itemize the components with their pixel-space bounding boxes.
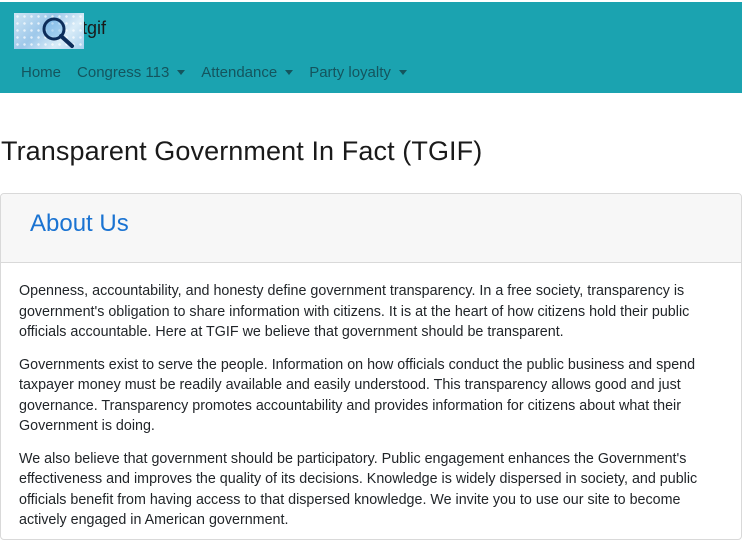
about-card-header: About Us (1, 194, 741, 263)
page-title: Transparent Government In Fact (TGIF) (1, 136, 483, 166)
about-paragraph: Governments exist to serve the people. I… (19, 356, 696, 435)
about-paragraph: Openness, accountability, and honesty de… (19, 283, 690, 340)
brand-name: tgif (82, 17, 107, 38)
nav-attendance-label: Attendance (201, 63, 278, 81)
caret-down-icon (285, 70, 294, 75)
about-paragraph: We also believe that government should b… (19, 450, 698, 529)
logo-image (14, 13, 84, 49)
about-card: About Us Openness, accountability, and h… (0, 193, 742, 540)
navbar: tgif Home Congress 113 Attendance Party … (0, 2, 742, 93)
main-nav: Home Congress 113 Attendance Party loyal… (21, 62, 423, 82)
nav-home[interactable]: Home (21, 62, 61, 82)
nav-congress-label: Congress 113 (77, 63, 170, 81)
nav-home-label: Home (21, 63, 62, 81)
about-card-body: Openness, accountability, and honesty de… (1, 263, 741, 531)
magnifying-glass-icon (42, 17, 74, 48)
nav-party-loyalty-dropdown[interactable]: Party loyalty (309, 62, 407, 82)
about-heading: About Us (30, 210, 129, 237)
caret-down-icon (398, 70, 407, 75)
nav-party-loyalty-label: Party loyalty (309, 63, 391, 81)
nav-congress-dropdown[interactable]: Congress 113 (77, 62, 186, 82)
nav-attendance-dropdown[interactable]: Attendance (201, 62, 294, 82)
brand-link[interactable]: tgif (14, 13, 106, 49)
caret-down-icon (177, 70, 186, 75)
